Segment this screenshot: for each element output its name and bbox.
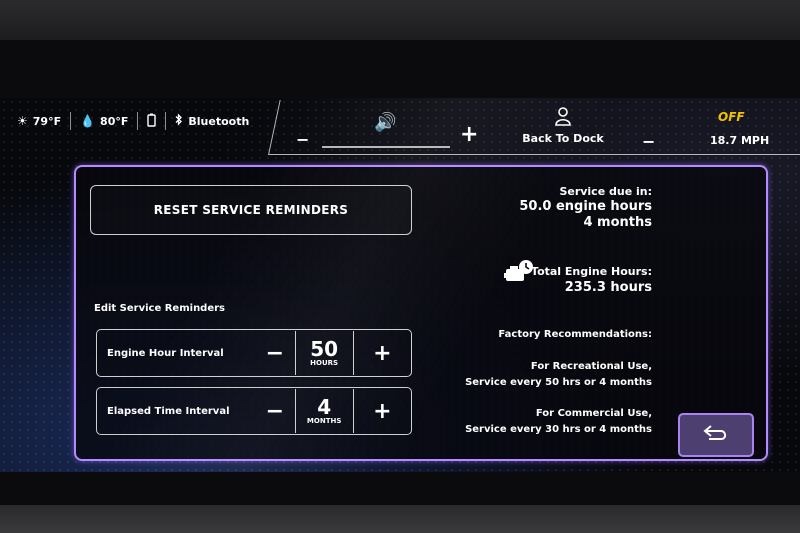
back-to-dock-label: Back To Dock <box>522 132 604 145</box>
speed-decrease-button[interactable]: − <box>642 132 655 151</box>
volume-slider[interactable] <box>322 146 450 148</box>
person-icon <box>518 106 608 132</box>
outside-temp: ☀ 79°F <box>8 112 72 130</box>
commercial-detail: Service every 30 hrs or 4 months <box>465 424 652 435</box>
battery-status <box>138 112 167 130</box>
volume-up-button[interactable]: + <box>460 122 478 147</box>
service-due-months: 4 months <box>583 215 652 230</box>
reset-service-reminders-button[interactable]: RESET SERVICE REMINDERS <box>90 185 412 235</box>
speed-value: 18.7 MPH <box>710 134 770 147</box>
service-reminders-panel: RESET SERVICE REMINDERS Edit Service Rem… <box>74 165 768 461</box>
dashboard-top <box>0 0 800 42</box>
engine-hour-interval-control: Engine Hour Interval − 50 HOURS + <box>96 329 412 377</box>
return-arrow-icon <box>701 423 731 447</box>
cruise-status-badge[interactable]: OFF <box>718 110 745 124</box>
bluetooth-status[interactable]: Bluetooth <box>166 112 258 130</box>
factory-recommendations-title: Factory Recommendations: <box>498 329 652 340</box>
elapsed-time-increase-button[interactable]: + <box>354 399 411 424</box>
elapsed-time-interval-value: 4 MONTHS <box>294 389 354 433</box>
water-drop-icon: 💧 <box>80 114 96 128</box>
engine-hour-interval-label: Engine Hour Interval <box>107 347 224 359</box>
sun-icon: ☀ <box>17 114 28 128</box>
recreational-detail: Service every 50 hrs or 4 months <box>465 377 652 388</box>
volume-control[interactable]: − 🔊 + <box>292 106 492 150</box>
dashboard-bottom <box>0 505 800 533</box>
back-button[interactable] <box>678 413 754 457</box>
engine-clock-icon <box>504 259 534 285</box>
engine-hour-increase-button[interactable]: + <box>354 341 411 366</box>
elapsed-time-interval-control: Elapsed Time Interval − 4 MONTHS + <box>96 387 412 435</box>
edit-service-reminders-title: Edit Service Reminders <box>94 303 226 314</box>
status-bar: ☀ 79°F 💧 80°F Bluetooth <box>8 108 258 134</box>
total-engine-hours-value: 235.3 hours <box>564 280 652 295</box>
service-due-label: Service due in: <box>559 185 652 198</box>
total-engine-hours-label: Total Engine Hours: <box>531 265 652 278</box>
speaker-icon: 🔊 <box>374 112 397 133</box>
touchscreen: ☀ 79°F 💧 80°F Bluetooth − 🔊 + Back To Do… <box>0 98 800 472</box>
speed-display: − OFF 18.7 MPH <box>640 106 790 151</box>
battery-icon <box>147 113 157 130</box>
engine-hour-interval-value: 50 HOURS <box>294 331 354 375</box>
elapsed-time-decrease-button[interactable]: − <box>255 399 294 424</box>
elapsed-time-interval-label: Elapsed Time Interval <box>107 405 230 417</box>
volume-down-button[interactable]: − <box>296 130 309 149</box>
commercial-title: For Commercial Use, <box>535 408 652 419</box>
service-due-hours: 50.0 engine hours <box>519 199 652 214</box>
back-to-dock-button[interactable]: Back To Dock <box>518 106 608 150</box>
recreational-title: For Recreational Use, <box>530 361 652 372</box>
engine-hour-decrease-button[interactable]: − <box>255 341 294 366</box>
water-temp: 💧 80°F <box>71 112 139 130</box>
bluetooth-icon <box>175 113 183 129</box>
